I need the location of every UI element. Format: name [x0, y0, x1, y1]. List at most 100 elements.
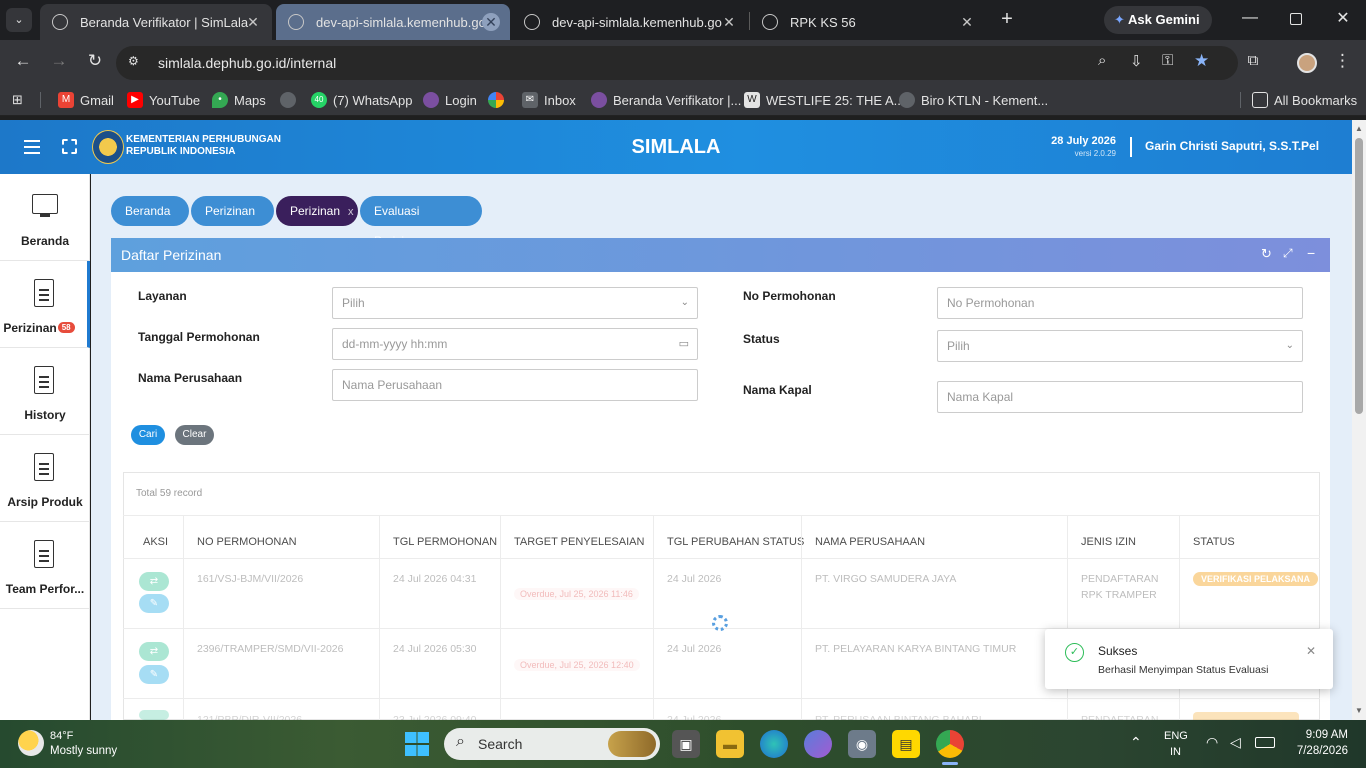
bookmark-globe[interactable]: [280, 92, 302, 108]
scroll-down-arrow-icon[interactable]: ▼: [1355, 706, 1363, 715]
site-info-icon[interactable]: ⚙: [128, 54, 139, 68]
tab-close-icon[interactable]: ✕: [244, 13, 262, 31]
no-permohonan-cell[interactable]: 2396/TRAMPER/SMD/VII-2026: [197, 641, 343, 657]
breadcrumb-perizinan-active[interactable]: Perizinan x: [276, 196, 358, 226]
language-in[interactable]: IN: [1170, 746, 1181, 758]
collapse-minus-icon[interactable]: −: [1307, 245, 1315, 261]
transfer-action-button[interactable]: [139, 710, 169, 720]
breadcrumb-beranda[interactable]: Beranda: [111, 196, 189, 226]
language-eng[interactable]: ENG: [1164, 730, 1188, 742]
bookmark-beranda-verifikator[interactable]: Beranda Verifikator |...: [591, 92, 741, 108]
tab-close-icon[interactable]: ✕: [958, 13, 976, 31]
ask-gemini-button[interactable]: ✦ Ask Gemini: [1104, 6, 1212, 34]
battery-icon[interactable]: [1255, 737, 1275, 748]
weather-sun-icon[interactable]: [18, 730, 44, 756]
sidebar-item-beranda[interactable]: Beranda: [0, 174, 90, 261]
browser-tab[interactable]: RPK KS 56 ✕: [750, 4, 986, 40]
new-tab-plus-icon[interactable]: +: [996, 8, 1018, 32]
cari-button[interactable]: Cari: [131, 425, 165, 445]
windows-start-icon[interactable]: [405, 732, 429, 756]
hamburger-menu-icon[interactable]: [24, 140, 40, 154]
browser-tab[interactable]: dev-api-simlala.kemenhub.go.id ✕: [276, 4, 510, 40]
column-header[interactable]: STATUS: [1193, 536, 1235, 548]
tab-close-icon[interactable]: ✕: [482, 13, 500, 31]
bookmark-pinwheel[interactable]: [488, 92, 510, 108]
url-text[interactable]: simlala.dephub.go.id/internal: [158, 55, 336, 71]
clear-button[interactable]: Clear: [175, 425, 214, 445]
browser-tab-active[interactable]: Beranda Verifikator | SimLala ✕: [40, 4, 272, 40]
sidebar-item-arsip-produk[interactable]: Arsip Produk: [0, 435, 90, 522]
wifi-icon[interactable]: ◠: [1206, 734, 1218, 751]
edit-action-button[interactable]: ✎: [139, 665, 169, 684]
breadcrumb-evaluasi-perizinan[interactable]: Evaluasi Perizinan: [360, 196, 482, 248]
edit-action-button[interactable]: ✎: [139, 594, 169, 613]
column-header[interactable]: TARGET PENYELESAIAN: [514, 536, 644, 548]
column-header[interactable]: JENIS IZIN: [1081, 536, 1136, 548]
clock-date[interactable]: 7/28/2026: [1280, 745, 1348, 757]
bookmark-biro-ktln[interactable]: Biro KTLN - Kement...: [899, 92, 1048, 108]
app-icon[interactable]: [804, 730, 832, 758]
transfer-action-button[interactable]: ⇄: [139, 572, 169, 591]
extensions-icon[interactable]: ⧉: [1242, 52, 1264, 69]
page-scrollbar[interactable]: ▲ ▼: [1352, 120, 1366, 720]
address-bar[interactable]: ⚙ simlala.dephub.go.id/internal ⌕ ⇩ ⚿ ★: [116, 46, 1238, 80]
minimize-window-icon[interactable]: —: [1238, 10, 1262, 30]
sticky-notes-icon[interactable]: ▤: [892, 730, 920, 758]
bookmark-inbox[interactable]: ✉ Inbox: [522, 92, 576, 108]
scroll-up-arrow-icon[interactable]: ▲: [1355, 124, 1363, 133]
status-select[interactable]: Pilih ⌄: [937, 330, 1303, 362]
maximize-window-icon[interactable]: [1290, 13, 1302, 25]
no-permohonan-cell[interactable]: 161/VSJ-BJM/VII/2026: [197, 571, 303, 587]
bookmark-star-icon[interactable]: ★: [1194, 51, 1209, 71]
fullscreen-icon[interactable]: [62, 139, 77, 154]
bookmark-westlife[interactable]: W WESTLIFE 25: THE A...: [744, 92, 904, 108]
clock-time[interactable]: 9:09 AM: [1290, 729, 1348, 741]
bookmark-maps[interactable]: • Maps: [212, 92, 266, 108]
zoom-icon[interactable]: ⌕: [1098, 52, 1106, 69]
nama-perusahaan-input[interactable]: Nama Perusahaan: [332, 369, 698, 401]
toast-close-icon[interactable]: ✕: [1306, 644, 1316, 658]
transfer-action-button[interactable]: ⇄: [139, 642, 169, 661]
sidebar-item-team-performance[interactable]: Team Perfor...: [0, 522, 90, 609]
sidebar-item-perizinan[interactable]: Perizinan 58: [0, 261, 90, 348]
bookmark-youtube[interactable]: ▶ YouTube: [127, 92, 200, 108]
install-app-icon[interactable]: ⇩: [1130, 52, 1143, 70]
no-permohonan-input[interactable]: No Permohonan: [937, 287, 1303, 319]
volume-icon[interactable]: ◁: [1230, 734, 1241, 751]
browser-tab[interactable]: dev-api-simlala.kemenhub.go.id ✕: [512, 4, 748, 40]
bookmark-login[interactable]: Login: [423, 92, 477, 108]
scrollbar-thumb[interactable]: [1355, 138, 1363, 414]
task-view-icon[interactable]: ▣: [672, 730, 700, 758]
back-arrow-icon[interactable]: ←: [12, 51, 34, 71]
nama-kapal-input[interactable]: Nama Kapal: [937, 381, 1303, 413]
no-permohonan-cell[interactable]: 121/PBP/DIR-VII/2026: [197, 712, 302, 720]
taskbar-search-box[interactable]: ⌕ Search: [444, 728, 660, 760]
close-window-icon[interactable]: ✕: [1333, 9, 1353, 29]
tanggal-permohonan-input[interactable]: dd-mm-yyyy hh:mm ▭: [332, 328, 698, 360]
column-header[interactable]: TGL PERMOHONAN: [393, 536, 497, 548]
camera-icon[interactable]: ◉: [848, 730, 876, 758]
tab-close-icon[interactable]: ✕: [720, 13, 738, 31]
weather-temp[interactable]: 84°F: [50, 730, 73, 742]
profile-avatar[interactable]: [1297, 53, 1317, 73]
column-header[interactable]: NO PERMOHONAN: [197, 536, 297, 548]
bookmark-whatsapp[interactable]: 40 (7) WhatsApp: [311, 92, 412, 108]
apps-grid-icon[interactable]: ⊞: [12, 92, 28, 108]
tab-search-button[interactable]: ⌄: [6, 8, 32, 32]
all-bookmarks-button[interactable]: All Bookmarks: [1252, 92, 1357, 108]
menu-kebab-icon[interactable]: ⋮: [1334, 51, 1351, 71]
file-explorer-icon[interactable]: ▬: [716, 730, 744, 758]
user-name[interactable]: Garin Christi Saputri, S.S.T.Pel: [1145, 139, 1319, 153]
forward-arrow-icon[interactable]: →: [48, 51, 70, 71]
bookmark-gmail[interactable]: M Gmail: [58, 92, 114, 108]
edge-icon[interactable]: [760, 730, 788, 758]
layanan-select[interactable]: Pilih ⌄: [332, 287, 698, 319]
expand-icon[interactable]: ⤢: [1283, 246, 1293, 261]
chrome-icon[interactable]: [936, 730, 964, 758]
refresh-icon[interactable]: ↻: [1261, 246, 1272, 262]
weather-desc[interactable]: Mostly sunny: [50, 745, 117, 757]
reload-icon[interactable]: ↻: [84, 51, 106, 71]
sidebar-item-history[interactable]: History: [0, 348, 90, 435]
close-icon[interactable]: x: [348, 206, 354, 218]
column-header[interactable]: NAMA PERUSAHAAN: [815, 536, 925, 548]
